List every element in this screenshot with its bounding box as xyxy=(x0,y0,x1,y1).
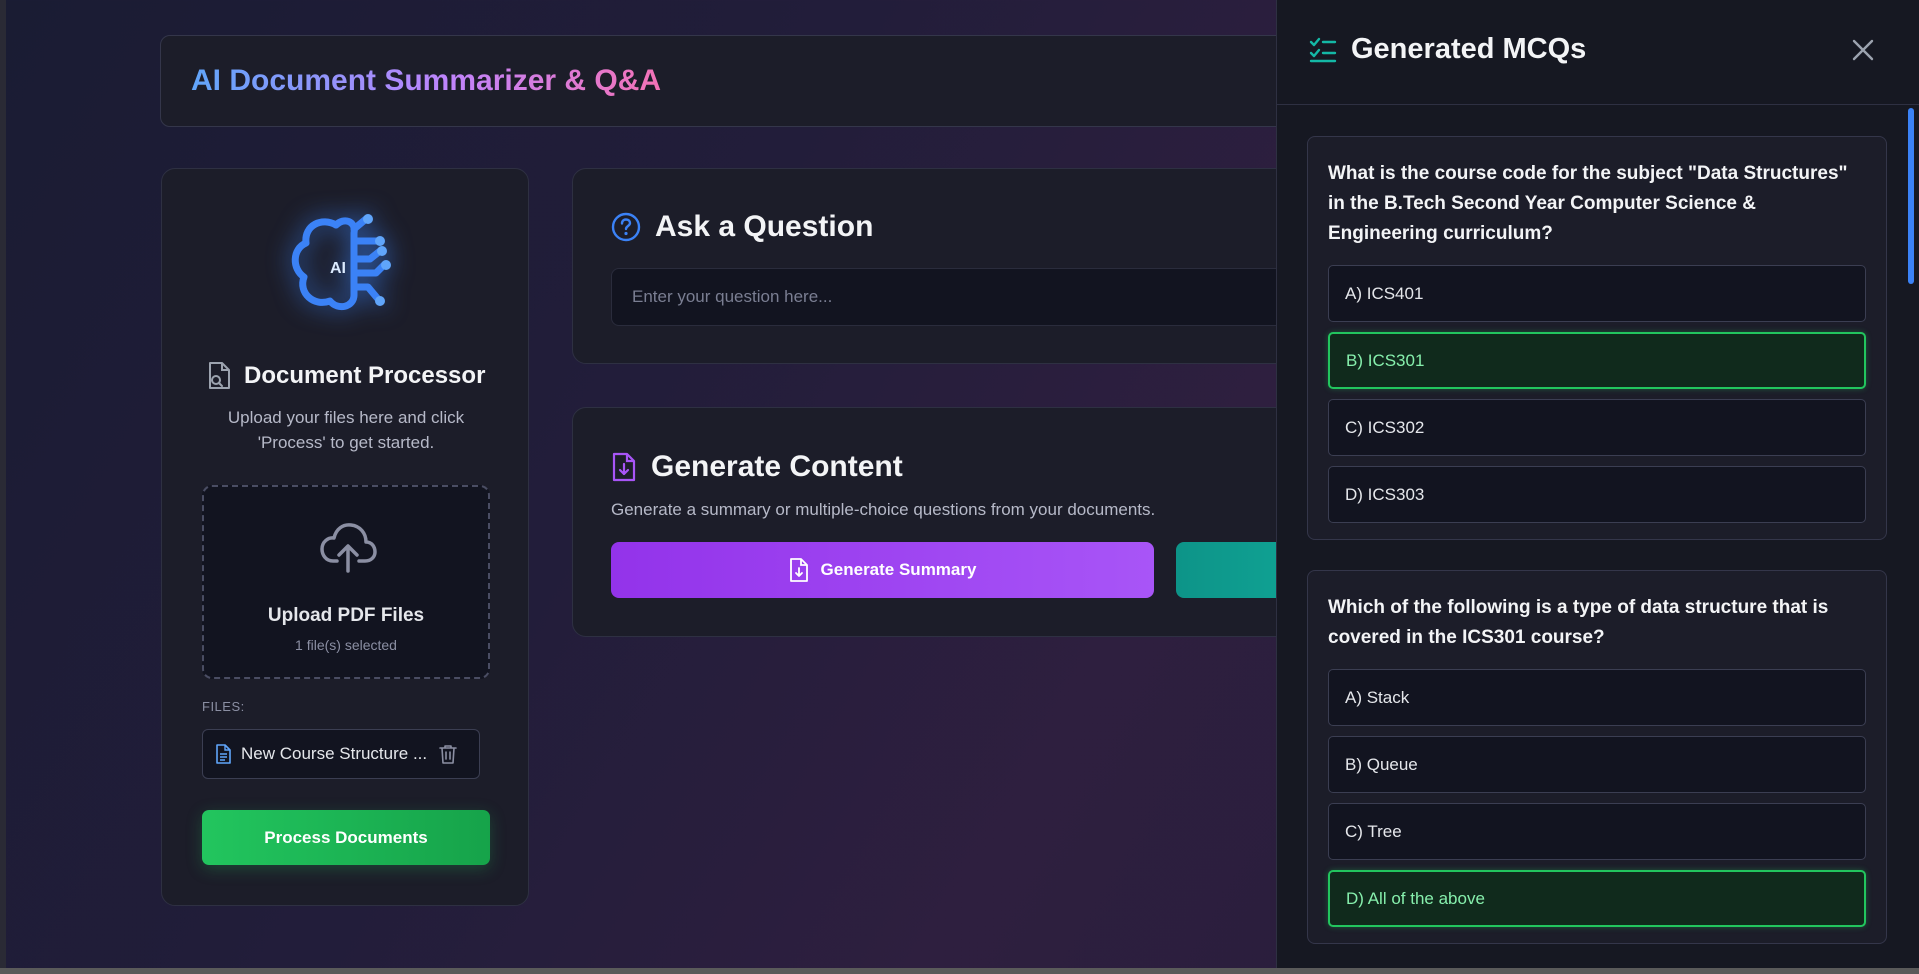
generate-title-row: Generate Content xyxy=(611,450,903,484)
mcq-option[interactable]: C) ICS302 xyxy=(1328,399,1866,456)
process-documents-button[interactable]: Process Documents xyxy=(202,810,490,865)
mcq-option-correct[interactable]: D) All of the above xyxy=(1328,870,1866,927)
question-circle-icon xyxy=(611,212,641,242)
files-label: FILES: xyxy=(202,699,245,714)
document-processor-card: AI Document Processor Upload your files … xyxy=(161,168,529,906)
mcq-option[interactable]: A) ICS401 xyxy=(1328,265,1866,322)
file-name: New Course Structure ... xyxy=(241,744,428,763)
mcq-option[interactable]: A) Stack xyxy=(1328,669,1866,726)
mcq-list: What is the course code for the subject … xyxy=(1307,136,1891,974)
mcq-option-correct[interactable]: B) ICS301 xyxy=(1328,332,1866,389)
mcq-option[interactable]: D) ICS303 xyxy=(1328,466,1866,523)
mcq-panel-header: Generated MCQs xyxy=(1277,0,1919,105)
mcq-panel-title: Generated MCQs xyxy=(1351,33,1587,65)
mcq-question: What is the course code for the subject … xyxy=(1328,163,1848,244)
file-list-item: New Course Structure ... xyxy=(202,729,480,779)
mcq-side-panel: Generated MCQs What is the course code f… xyxy=(1276,0,1919,968)
doc-title-row: Document Processor xyxy=(206,361,485,391)
file-download-icon xyxy=(789,558,808,582)
close-panel-button[interactable] xyxy=(1847,34,1879,66)
ask-title: Ask a Question xyxy=(655,210,874,243)
doc-processor-subtitle: Upload your files here and click 'Proces… xyxy=(227,408,465,452)
close-icon xyxy=(1852,39,1874,61)
trash-icon[interactable] xyxy=(439,744,457,764)
window-frame-left xyxy=(0,0,6,974)
document-icon xyxy=(216,744,231,764)
checklist-icon xyxy=(1309,37,1337,62)
pdf-upload-dropzone[interactable]: Upload PDF Files 1 file(s) selected xyxy=(202,485,490,679)
window-frame-bottom xyxy=(0,968,1919,974)
mcq-card: Which of the following is a type of data… xyxy=(1307,570,1887,944)
generate-summary-label: Generate Summary xyxy=(820,560,977,579)
generate-summary-button[interactable]: Generate Summary xyxy=(611,542,1154,598)
doc-processor-title: Document Processor xyxy=(244,362,486,389)
mcq-option[interactable]: B) Queue xyxy=(1328,736,1866,793)
generate-description: Generate a summary or multiple-choice qu… xyxy=(611,500,1156,519)
mcq-card: What is the course code for the subject … xyxy=(1307,136,1887,540)
ai-brain-icon: AI xyxy=(291,214,391,311)
mcq-panel-title-row: Generated MCQs xyxy=(1309,33,1586,66)
mcq-option[interactable]: C) Tree xyxy=(1328,803,1866,860)
ask-title-row: Ask a Question xyxy=(611,210,873,244)
upload-file-count: 1 file(s) selected xyxy=(295,637,397,653)
app-title: AI Document Summarizer & Q&A xyxy=(191,64,662,97)
upload-label: Upload PDF Files xyxy=(267,605,425,626)
svg-text:AI: AI xyxy=(330,260,346,277)
panel-scrollbar[interactable] xyxy=(1908,108,1914,284)
file-download-icon xyxy=(612,452,636,482)
generate-title: Generate Content xyxy=(651,450,903,483)
cloud-upload-icon xyxy=(320,523,377,573)
mcq-question: Which of the following is a type of data… xyxy=(1328,597,1829,648)
file-search-icon xyxy=(209,362,230,389)
